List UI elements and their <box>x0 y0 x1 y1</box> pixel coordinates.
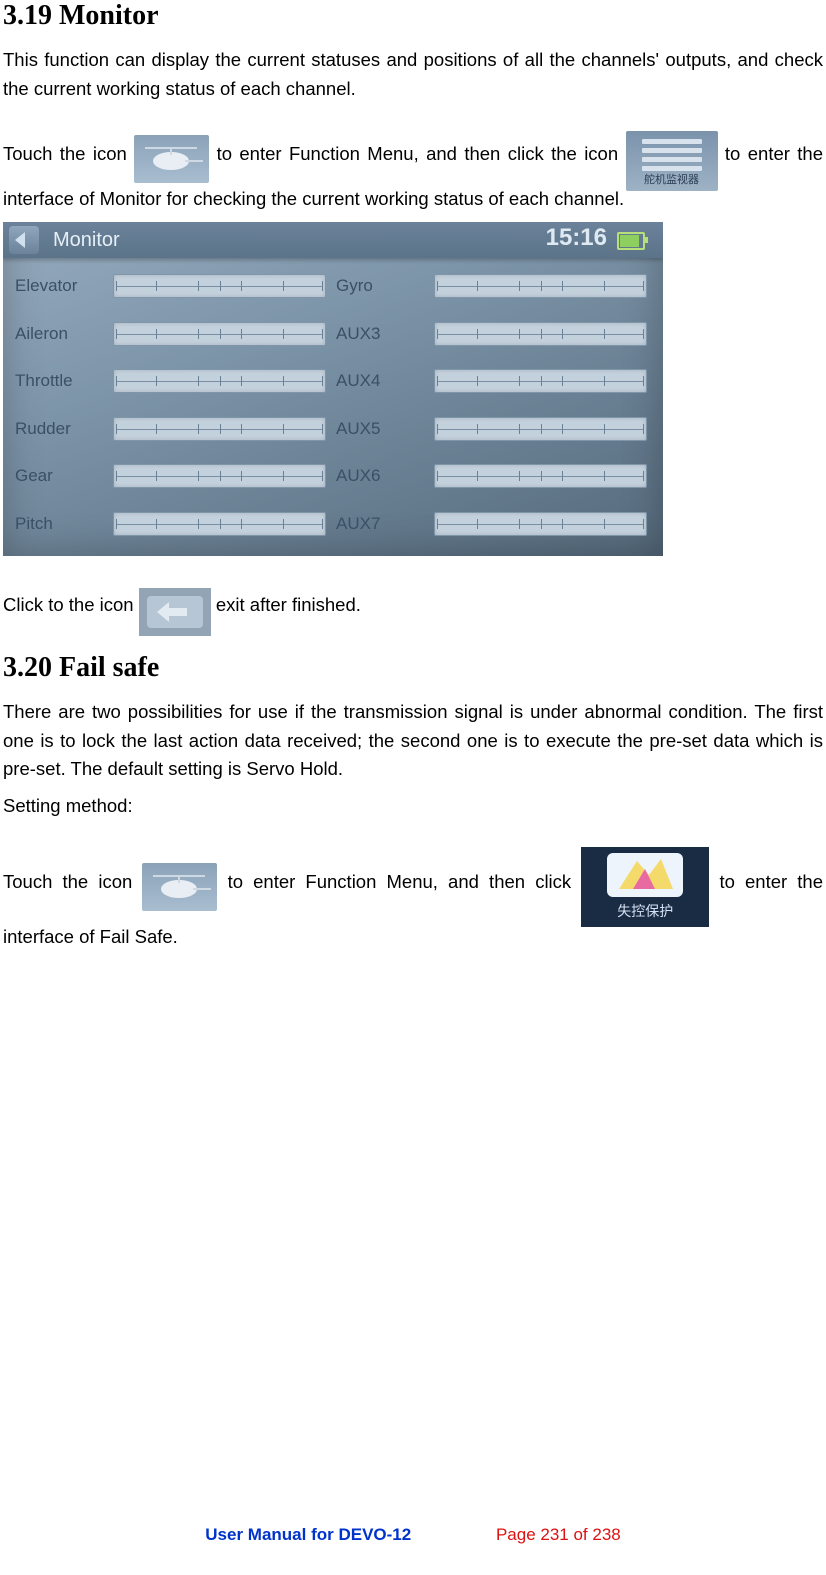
right-column: Gyro AUX3 AUX4 AUX5 AUX6 AUX7 <box>336 262 647 548</box>
left-column: Elevator Aileron Throttle Rudder Gear Pi… <box>15 262 326 548</box>
ch-bar <box>434 369 647 393</box>
ch-bar <box>434 512 647 536</box>
ch-label: Throttle <box>15 371 113 391</box>
section1-p1: This function can display the current st… <box>3 46 823 103</box>
function-menu-heli-icon[interactable] <box>134 135 209 183</box>
ch-label: Pitch <box>15 514 113 534</box>
footer-page: Page 231 of 238 <box>496 1525 621 1544</box>
section-heading-monitor: 3.19 Monitor <box>3 0 823 32</box>
servo-monitor-icon[interactable]: 舵机监视器 <box>626 131 718 191</box>
ch-bar <box>113 274 326 298</box>
failsafe-icon[interactable]: 失控保护 <box>581 847 709 927</box>
ch-label: AUX7 <box>336 514 434 534</box>
screenshot-title: Monitor <box>53 229 120 252</box>
ch-label: AUX6 <box>336 466 434 486</box>
ch-label: Elevator <box>15 276 113 296</box>
ch-label: Rudder <box>15 419 113 439</box>
text-fragment: Click to the icon <box>3 594 139 615</box>
text-fragment: Touch the icon <box>3 143 134 164</box>
ch-bar <box>113 512 326 536</box>
icon-caption: 失控保护 <box>581 901 709 923</box>
clock-text: 15:16 <box>546 224 607 252</box>
text-fragment: Touch the icon <box>3 871 142 892</box>
ch-label: AUX4 <box>336 371 434 391</box>
ch-bar <box>434 464 647 488</box>
ch-bar <box>113 369 326 393</box>
icon-caption: 舵机监视器 <box>626 172 718 189</box>
ch-bar <box>434 274 647 298</box>
function-menu-heli-icon[interactable] <box>142 863 217 911</box>
footer-title: User Manual for DEVO-12 <box>205 1525 411 1544</box>
text-fragment: to enter Function Menu, and then click <box>228 871 582 892</box>
ch-bar <box>113 417 326 441</box>
ch-label: Aileron <box>15 324 113 344</box>
section2-p1: There are two possibilities for use if t… <box>3 698 823 784</box>
ch-label: AUX3 <box>336 324 434 344</box>
ch-label: AUX5 <box>336 419 434 439</box>
section2-p3: Touch the icon to enter Function Menu, a… <box>3 843 823 952</box>
section1-p3: Click to the icon exit after finished. <box>3 582 823 630</box>
exit-icon[interactable] <box>139 588 211 636</box>
section1-p2: Touch the icon to enter Function Menu, a… <box>3 125 823 214</box>
back-icon <box>9 226 39 254</box>
ch-bar <box>434 417 647 441</box>
ch-bar <box>113 322 326 346</box>
section-heading-failsafe: 3.20 Fail safe <box>3 652 823 684</box>
battery-icon <box>617 232 645 250</box>
ch-bar <box>113 464 326 488</box>
section2-p2: Setting method: <box>3 792 823 821</box>
text-fragment: to enter Function Menu, and then click t… <box>217 143 626 164</box>
page-footer: User Manual for DEVO-12 Page 231 of 238 <box>0 1525 826 1545</box>
ch-label: Gear <box>15 466 113 486</box>
ch-bar <box>434 322 647 346</box>
text-fragment: exit after finished. <box>216 594 361 615</box>
ch-label: Gyro <box>336 276 434 296</box>
monitor-screenshot: Monitor 15:16 Elevator Aileron Throttle … <box>3 222 663 556</box>
